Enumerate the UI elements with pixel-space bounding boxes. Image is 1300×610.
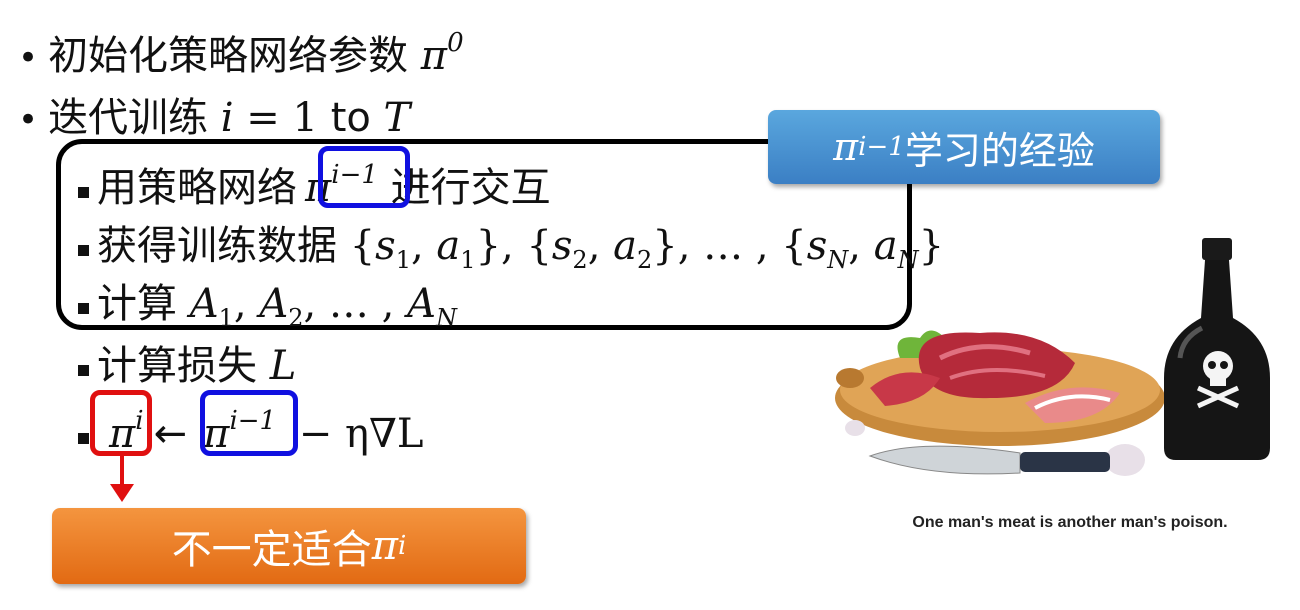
pi-symbol: π: [371, 523, 398, 569]
warning-callout: 不一定适合 π i: [52, 508, 526, 584]
experience-sup: i−1: [858, 132, 905, 162]
pi-symbol: π: [420, 33, 448, 79]
pi-symbol: π: [833, 125, 859, 169]
warning-text: 不一定适合: [171, 527, 372, 573]
sub-item-loss: 计算损失 L: [78, 346, 296, 386]
square-bullet: [78, 303, 89, 314]
square-bullet: [78, 245, 89, 256]
experience-callout: π i−1 学习的经验: [768, 110, 1160, 184]
poison-bottle-icon: [1164, 238, 1270, 460]
experience-text: 学习的经验: [904, 128, 1095, 173]
loss-label: 计算损失: [97, 343, 270, 389]
meat-board-icon: [835, 330, 1165, 446]
down-arrow-icon: [110, 454, 134, 502]
bullet-dot: •: [18, 100, 39, 140]
knife-icon: [868, 445, 1110, 475]
pi-superscript: 0: [447, 28, 464, 58]
highlight-policy-prev-2: [200, 390, 298, 456]
data-label: 获得训练数据: [97, 223, 350, 269]
warning-sup: i: [397, 531, 407, 561]
update-rest: − η∇L: [286, 411, 424, 457]
sub-item-advantage: 计算 A1, A2, … , AN: [78, 284, 457, 330]
sub-item-interact: 用策略网络 πi−1 进行交互: [78, 162, 551, 208]
square-bullet: [78, 365, 89, 376]
init-text: 初始化策略网络参数: [48, 33, 421, 79]
bullet-iterate: • 迭代训练 i = 1 to T: [18, 98, 410, 138]
iter-to: to: [330, 95, 371, 141]
sub-item-data: 获得训练数据 {s1, a1}, {s2, a2}, … , {sN, aN}: [78, 226, 944, 272]
left-arrow-icon: ←: [153, 411, 188, 457]
square-bullet: [78, 187, 89, 198]
compute-a-label: 计算: [97, 281, 190, 327]
loss-var: L: [269, 343, 297, 389]
illustration-caption: One man's meat is another man's poison.: [912, 514, 1228, 531]
iter-var: i: [220, 95, 234, 141]
advantage-formula: A1, A2, … , AN: [189, 281, 457, 332]
interact-pre: 用策略网络: [97, 165, 297, 211]
meat-poison-illustration: [835, 238, 1270, 476]
highlight-policy-cur: [90, 390, 152, 456]
iter-T: T: [370, 95, 411, 141]
highlight-policy-prev-1: [318, 146, 410, 208]
bullet-dot: •: [18, 38, 39, 78]
iterate-text: 迭代训练: [48, 95, 221, 141]
iter-eq: = 1: [233, 95, 331, 141]
bullet-init: • 初始化策略网络参数 π0: [18, 30, 464, 76]
square-bullet: [78, 433, 89, 444]
